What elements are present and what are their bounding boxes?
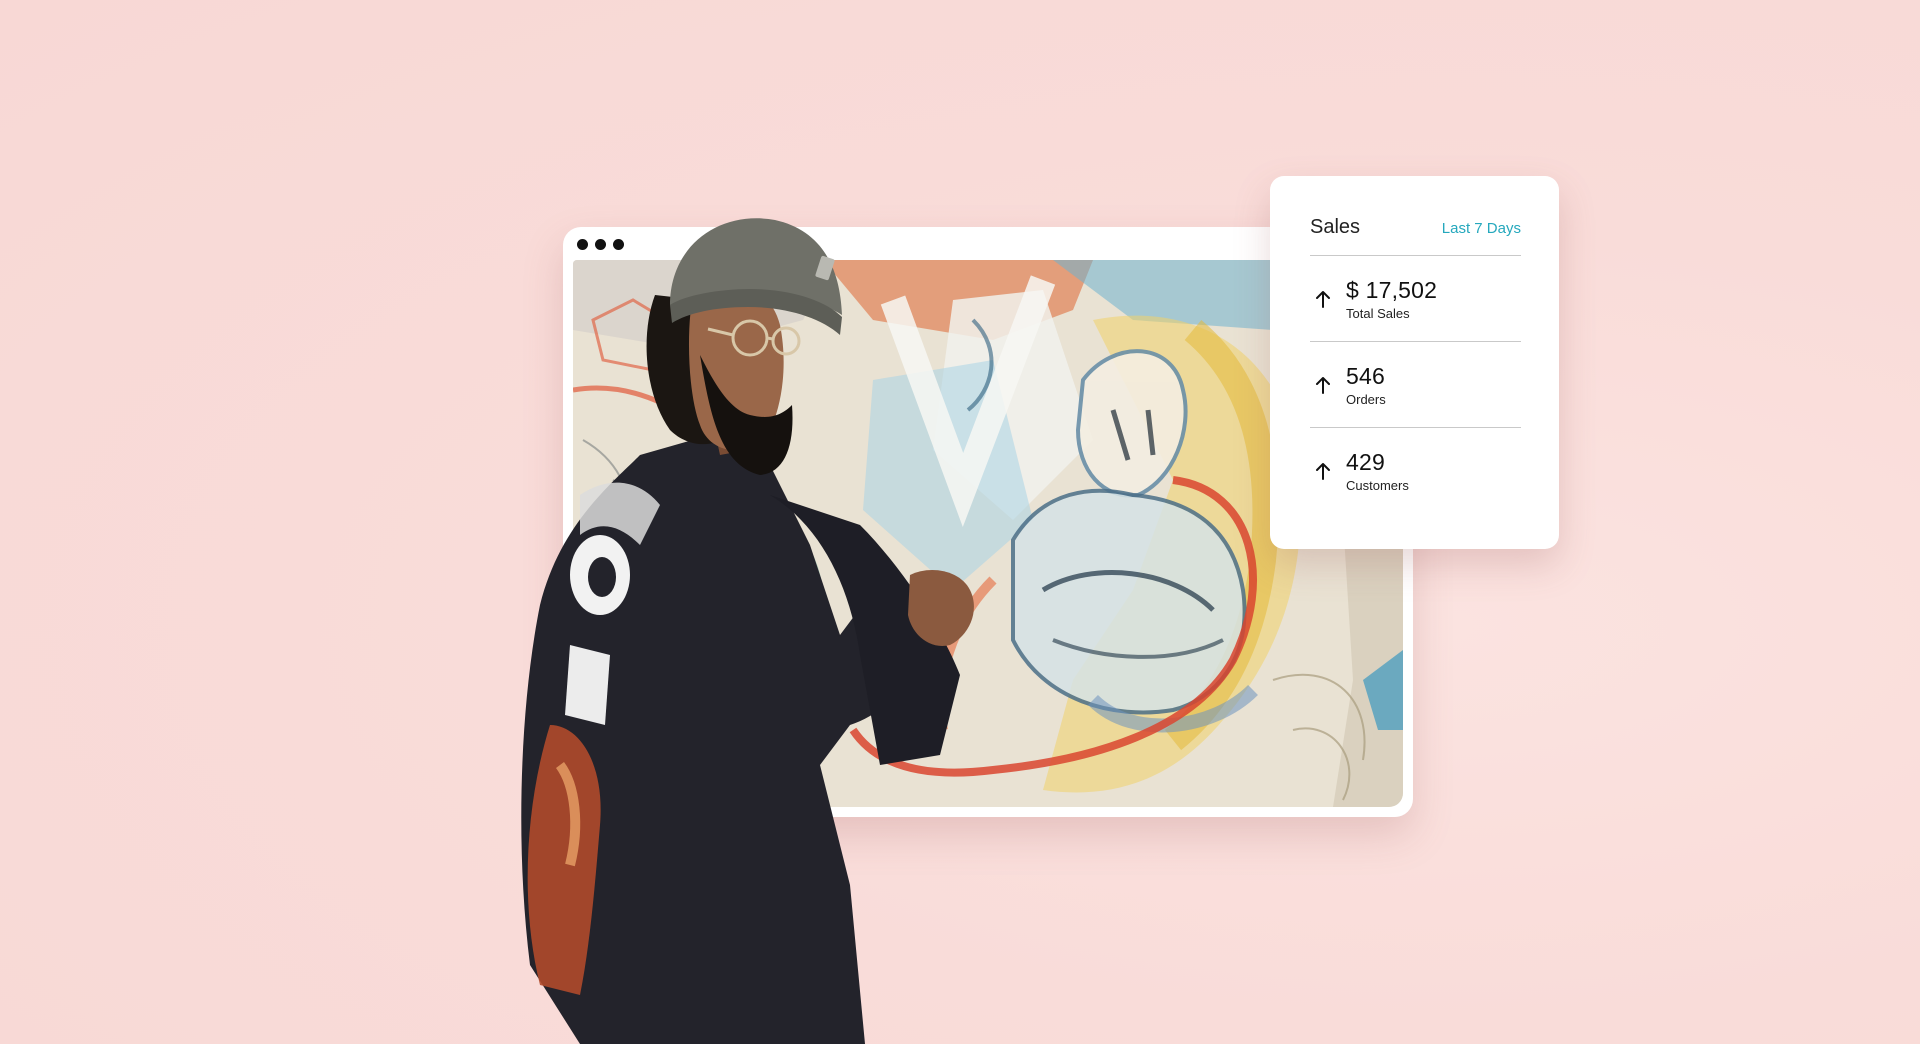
date-range-link[interactable]: Last 7 Days (1442, 220, 1521, 237)
metric-total-sales: $ 17,502 Total Sales (1310, 256, 1521, 342)
metric-text: 546 Orders (1346, 363, 1386, 407)
metric-orders: 546 Orders (1310, 342, 1521, 428)
arrow-up-icon (1316, 376, 1330, 394)
card-title: Sales (1310, 216, 1361, 238)
metric-label: Orders (1346, 391, 1386, 407)
metric-label: Total Sales (1346, 305, 1410, 321)
card-header: Sales Last 7 Days (1310, 216, 1521, 256)
metric-text: 429 Customers (1346, 449, 1409, 493)
metric-text: $ 17,502 Total Sales (1346, 277, 1437, 321)
sales-summary-card: Sales Last 7 Days $ 17,502 Total Sales 5… (1270, 176, 1559, 549)
metric-customers: 429 Customers (1310, 428, 1521, 513)
metric-label: Customers (1346, 477, 1409, 493)
metric-value: 546 (1346, 362, 1385, 389)
arrow-up-icon (1316, 462, 1330, 480)
metric-value: 429 (1346, 448, 1385, 475)
arrow-up-icon (1316, 290, 1330, 308)
metric-value: $ 17,502 (1346, 276, 1438, 303)
person-photo (520, 205, 1020, 1044)
